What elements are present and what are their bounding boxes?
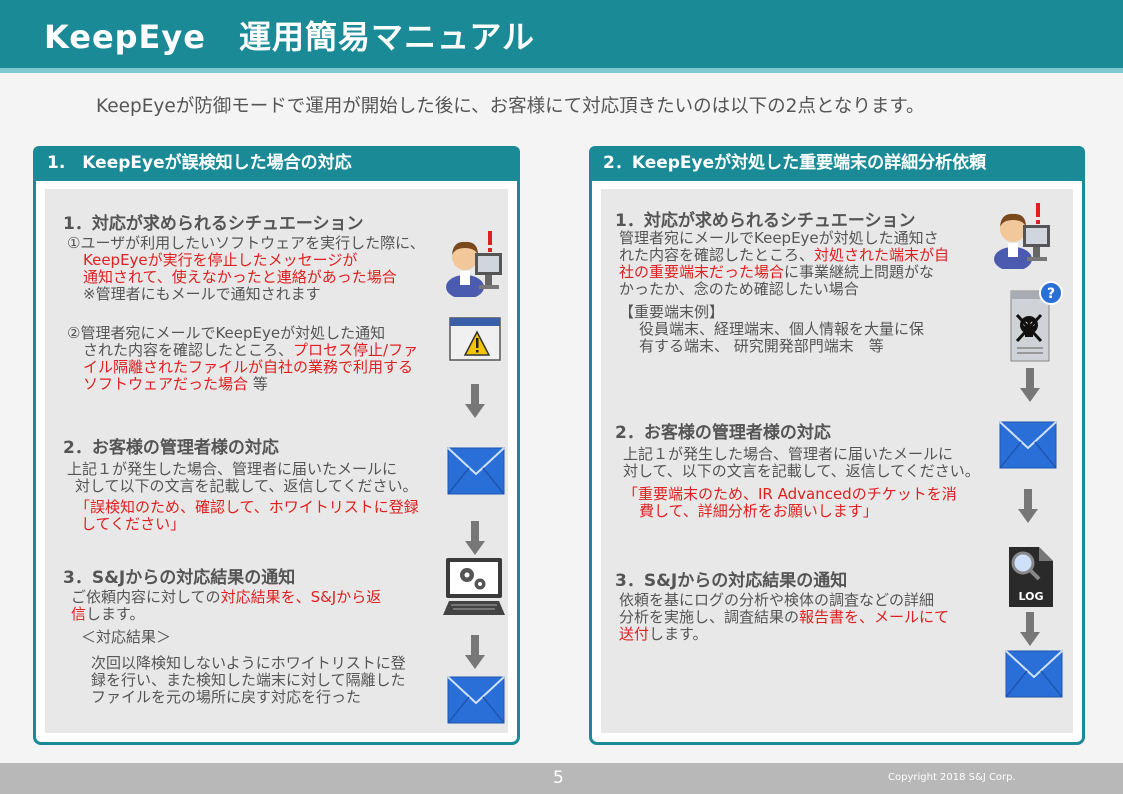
page-number: 5 [553,768,564,788]
text-line: ご依頼内容に対しての対応結果を、S&Jから返 [71,589,381,606]
warning-window-icon [449,317,501,361]
section-title: 1．対応が求められるシチュエーション [63,214,364,234]
footer-bar: 5 Copyright 2018 S&J Corp. [0,763,1123,794]
down-arrow-icon [465,384,485,418]
text-line: ※管理者にもメールで通知されます [83,285,321,303]
panel-body: 1．対応が求められるシチュエーション ①ユーザが利用したいソフトウェアを実行した… [45,189,508,733]
page-title: KeepEye 運用簡易マニュアル [44,18,536,56]
down-arrow-icon [1018,489,1038,523]
text-line: 分析を実施し、調査結果の報告書を、メールにて [619,609,949,626]
text-line: 対して以下の文言を記載して、返信してください。 [75,477,418,495]
section-title: 3．S&Jからの対応結果の通知 [615,571,848,591]
text-line: ファイルを元の場所に戻す対応を行った [91,688,362,706]
text-line: 有する端末、 研究開発部門端末 等 [639,337,884,355]
text-line: 管理者宛にメールでKeepEyeが対処した通知さ [619,229,939,247]
mail-icon [999,421,1057,469]
text-span-red: 報告書を、メールにて [799,608,950,626]
mail-icon [447,676,505,724]
mail-icon [1005,650,1063,698]
down-arrow-icon [1020,368,1040,402]
computer-gear-icon [443,558,505,615]
log-label: LOG [1019,590,1044,603]
text-span-red: 送付 [619,625,650,643]
text-line: された内容を確認したところ、プロセス停止/ファ [83,342,418,359]
down-arrow-icon [465,521,485,555]
text-span-red: 対応結果を、S&Jから返 [220,588,382,606]
text-line: 対して、以下の文言を記載して、返信してください。 [623,462,980,480]
text-line: 「誤検知のため、確認して、ホワイトリストに登録 [75,498,419,516]
text-span-red: 対処された端末が自 [814,246,950,264]
text-line: 役員端末、経理端末、個人情報を大量に保 [639,320,925,338]
text-line: 次回以降検知しないようにホワイトリストに登 [91,654,406,672]
down-arrow-icon [465,635,485,669]
text-line: 「重要端末のため、IR Advancedのチケットを消 [623,485,957,503]
panel-heading-false-positive: 1. KeepEyeが誤検知した場合の対応 [33,146,520,181]
log-file-icon: LOG [1009,547,1053,607]
text-span-red: 信 [71,605,87,623]
header-bar: KeepEye 運用簡易マニュアル [0,0,1123,68]
panel-body: 1．対応が求められるシチュエーション 管理者宛にメールでKeepEyeが対処した… [601,189,1073,733]
text-span-red: ソフトウェアだった場合 [83,375,249,393]
user-alert-icon [994,203,1050,269]
text-line: ①ユーザが利用したいソフトウェアを実行した際に、 [67,234,425,252]
text-line: 通知されて、使えなかったと連絡があった場合 [83,268,397,286]
text-line: してください」 [81,515,186,533]
panel-detailed-analysis: 2．KeepEyeが対処した重要端末の詳細分析依頼 1．対応が求められるシチュエ… [589,146,1085,745]
text-span-red: プロセス停止/ファ [293,341,419,359]
text-line: 社の重要端末だった場合に事業継続上問題がな [619,264,934,281]
text-line: 録を行い、また検知した端末に対して隔離した [91,671,406,689]
mail-icon [447,447,505,495]
user-alert-icon [446,231,502,297]
svg-text:?: ? [1047,286,1055,302]
text-line: 送付します。 [619,626,708,643]
section-title: 1．対応が求められるシチュエーション [615,211,916,231]
text-line: ②管理者宛にメールでKeepEyeが対処した通知 [67,324,386,342]
text-line: KeepEyeが実行を停止したメッセージが [83,251,358,269]
panel-heading-detailed-analysis: 2．KeepEyeが対処した重要端末の詳細分析依頼 [589,146,1085,181]
text-line: 費して、詳細分析をお願いします」 [639,502,878,520]
section-title: 2．お客様の管理者様の対応 [63,438,279,458]
text-line: 上記１が発生した場合、管理者に届いたメールに [67,460,398,478]
text-line: れた内容を確認したところ、対処された端末が自 [619,247,949,264]
header-accent-line [0,68,1123,73]
down-arrow-icon [1020,612,1040,646]
text-span: 等 [248,375,268,393]
intro-text: KeepEyeが防御モードで運用が開始した後に、お客様にて対応頂きたいのは以下の… [96,96,925,117]
section-title: 2．お客様の管理者様の対応 [615,423,831,443]
text-span: 分析を実施し、調査結果の [619,608,800,626]
text-line: 【重要端末例】 [619,303,725,321]
text-span: れた内容を確認したところ、 [619,246,815,264]
text-line: かったか、念のため確認したい場合 [619,280,859,298]
text-line: イル隔離されたファイルが自社の業務で利用する [83,358,414,376]
text-span: ご依頼内容に対しての [71,588,221,606]
text-span: します。 [649,625,708,643]
text-span: します。 [86,605,145,623]
malicious-server-icon: ? [1010,281,1063,362]
text-line: ＜対応結果＞ [81,628,172,646]
section-title: 3．S&Jからの対応結果の通知 [63,568,296,588]
text-line: 上記１が発生した場合、管理者に届いたメールに [623,445,954,463]
text-line: 信します。 [71,606,145,623]
copyright-text: Copyright 2018 S&J Corp. [888,772,1016,783]
text-line: 依頼を基にログの分析や検体の調査などの詳細 [619,591,935,609]
text-line: ソフトウェアだった場合 等 [83,376,268,393]
text-span: された内容を確認したところ、 [83,341,294,359]
text-span-red: 社の重要端末だった場合 [619,263,785,281]
text-span: に事業継続上問題がな [784,263,935,281]
panel-false-positive: 1. KeepEyeが誤検知した場合の対応 1．対応が求められるシチュエーション… [33,146,520,745]
